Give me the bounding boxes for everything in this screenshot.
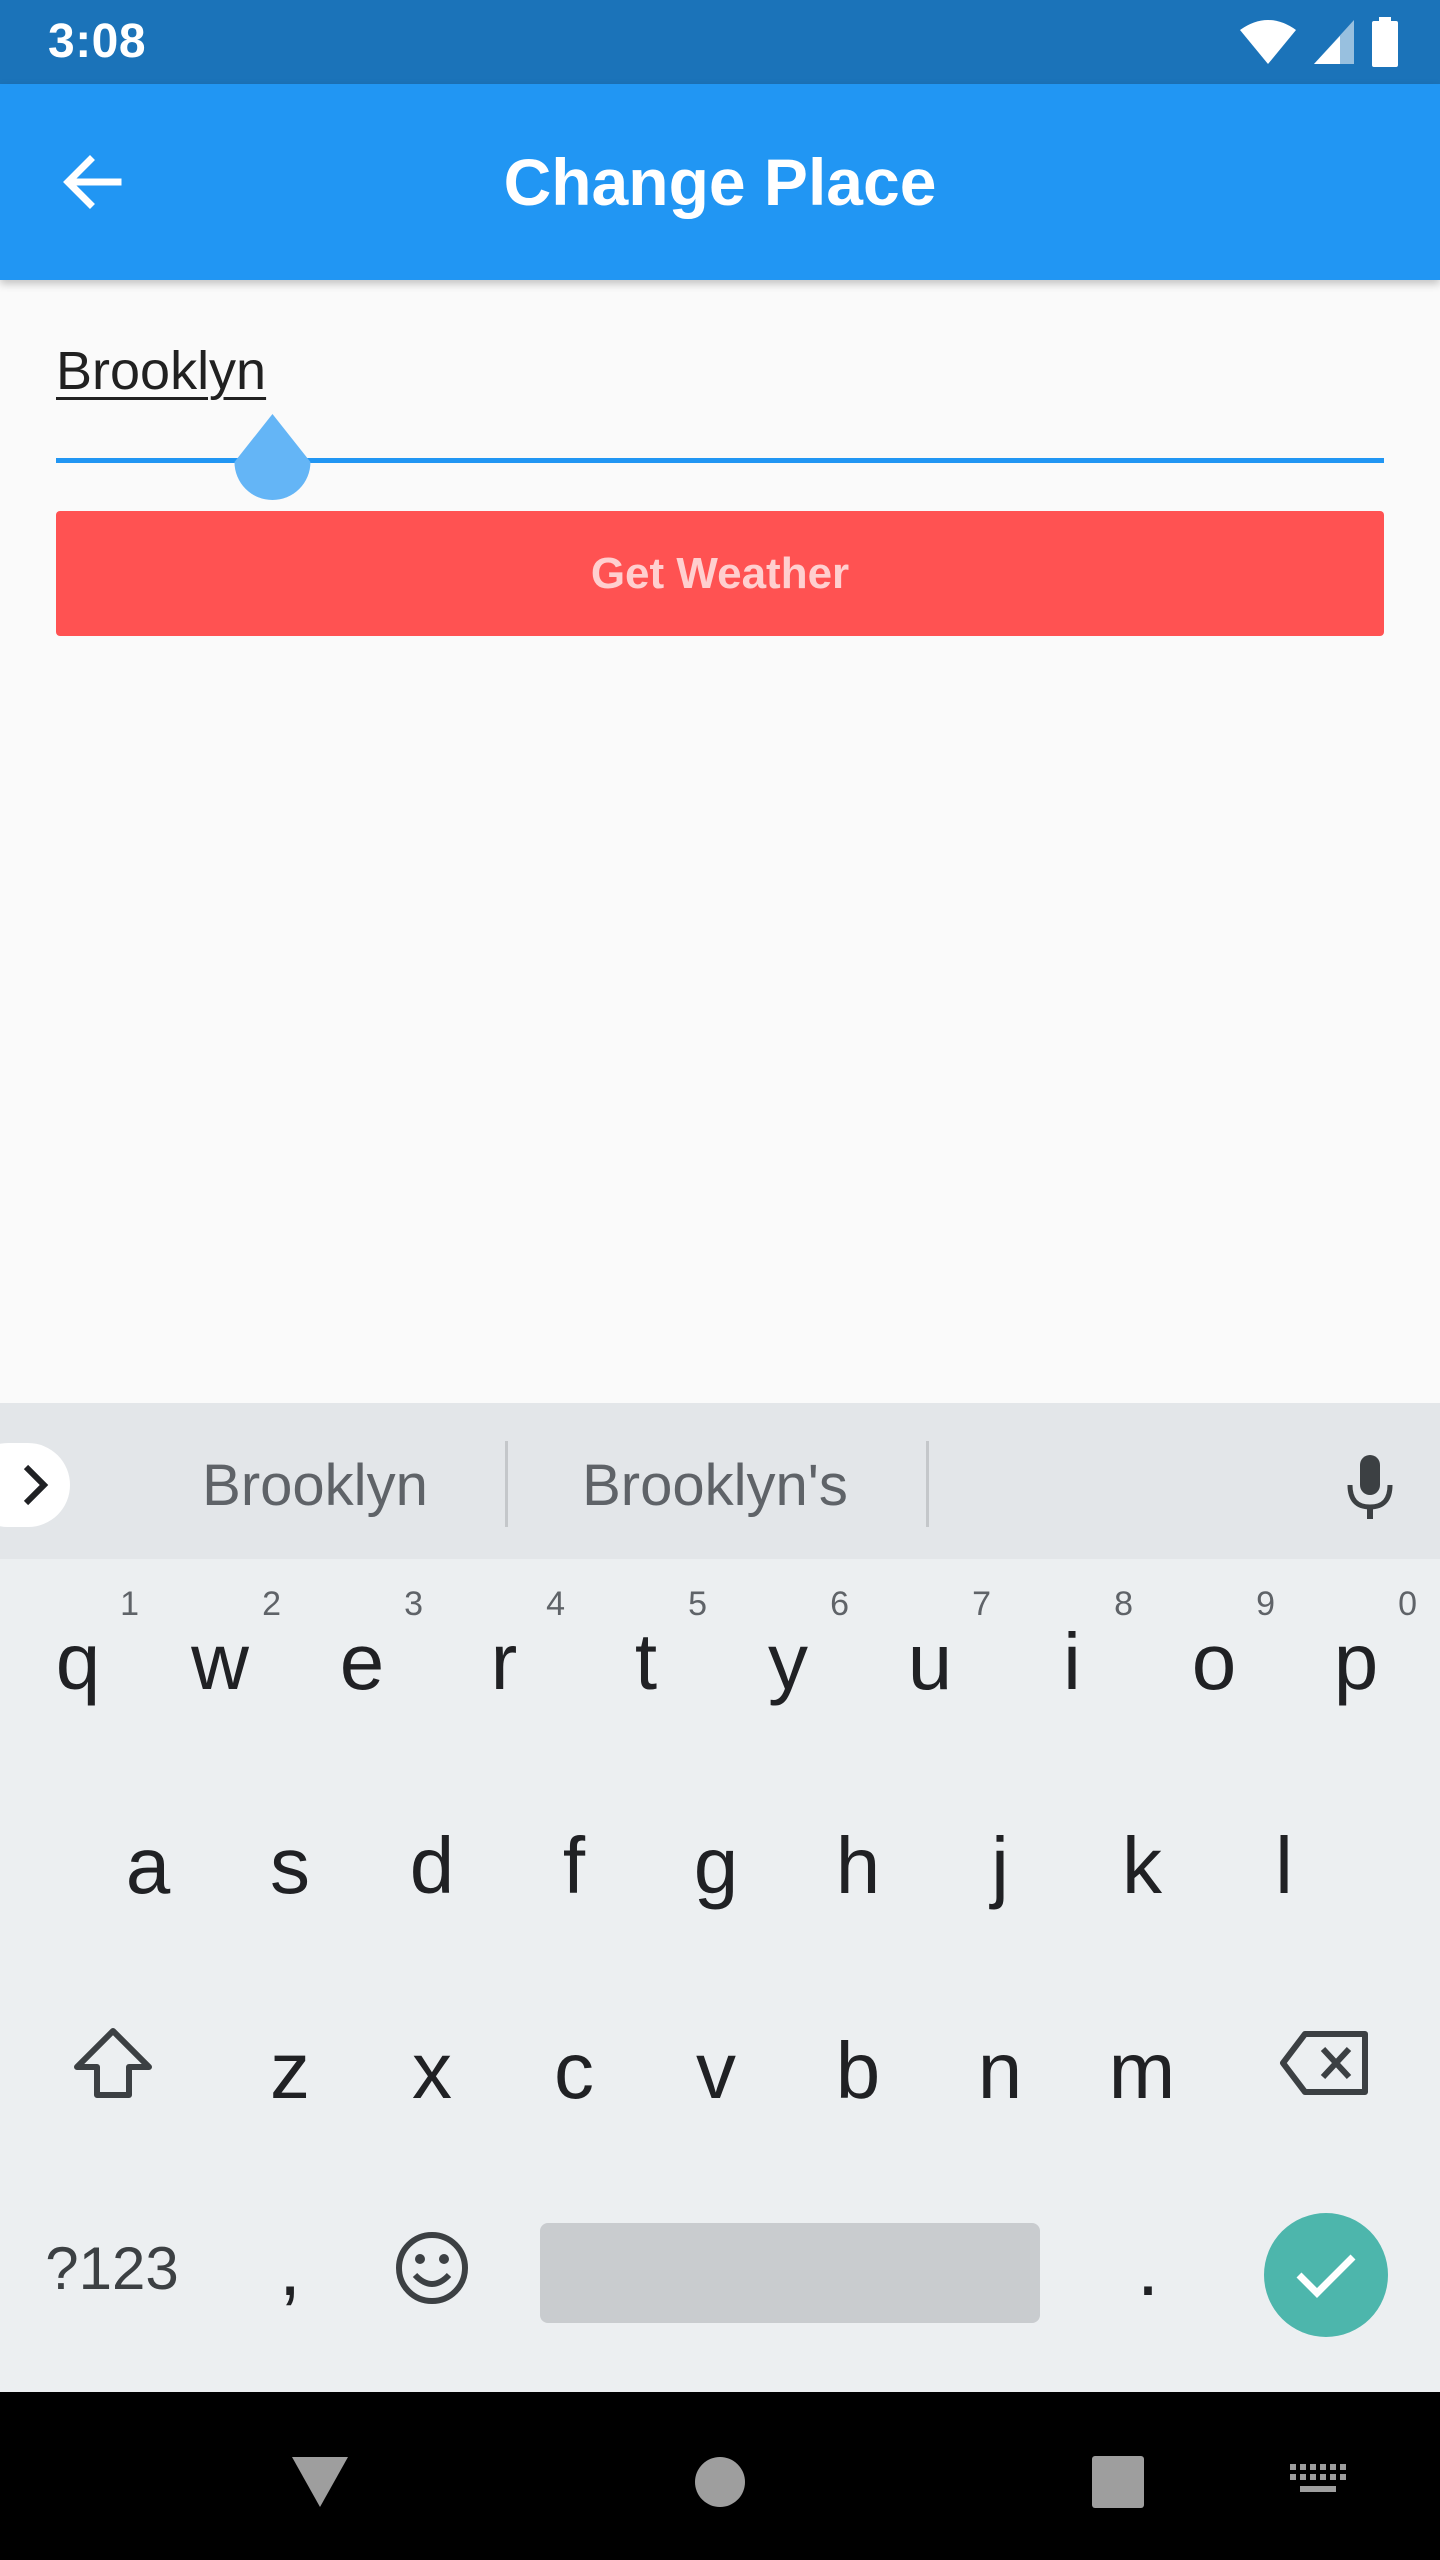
emoji-key[interactable] <box>362 2173 502 2363</box>
key-b[interactable]: b <box>787 1968 929 2158</box>
key-l[interactable]: l <box>1213 1763 1355 1953</box>
key-o[interactable]: 9o <box>1143 1559 1285 1749</box>
keyboard: Brooklyn Brooklyn's 1q 2w 3e 4r 5t 6y 7u… <box>0 1403 1440 2392</box>
back-triangle-icon <box>292 2457 348 2507</box>
key-g[interactable]: g <box>645 1763 787 1953</box>
recents-square-icon <box>1092 2456 1144 2508</box>
shift-key[interactable] <box>43 1968 183 2158</box>
key-j[interactable]: j <box>929 1763 1071 1953</box>
mic-icon <box>1347 1455 1393 1519</box>
suggestion-1[interactable]: Brooklyn <box>150 1443 480 1527</box>
key-c[interactable]: c <box>503 1968 645 2158</box>
key-n[interactable]: n <box>929 1968 1071 2158</box>
period-key[interactable]: . <box>1078 2173 1218 2363</box>
screen: 3:08 Change Place Brooklyn Get Weather B… <box>0 0 1440 2560</box>
backspace-icon <box>1280 2031 1368 2095</box>
status-icons <box>1238 14 1400 70</box>
status-bar: 3:08 <box>0 0 1440 84</box>
wifi-icon <box>1240 20 1296 64</box>
emoji-icon <box>396 2232 468 2304</box>
page-title: Change Place <box>503 145 937 219</box>
suggestion-divider <box>926 1441 929 1527</box>
key-v[interactable]: v <box>645 1968 787 2158</box>
key-t[interactable]: 5t <box>575 1559 717 1749</box>
app-bar: Change Place <box>0 84 1440 280</box>
signal-icon <box>1314 20 1354 64</box>
key-m[interactable]: m <box>1071 1968 1213 2158</box>
key-z[interactable]: z <box>219 1968 361 2158</box>
nav-back-button[interactable] <box>270 2432 370 2532</box>
comma-key[interactable]: , <box>220 2173 360 2363</box>
key-r[interactable]: 4r <box>433 1559 575 1749</box>
suggestion-strip: Brooklyn Brooklyn's <box>0 1403 1440 1559</box>
key-y[interactable]: 6y <box>717 1559 859 1749</box>
suggestion-divider <box>505 1441 508 1527</box>
home-circle-icon <box>695 2457 745 2507</box>
key-i[interactable]: 8i <box>1001 1559 1143 1749</box>
key-x[interactable]: x <box>361 1968 503 2158</box>
nav-recents-button[interactable] <box>1068 2432 1168 2532</box>
space-key[interactable] <box>540 2223 1040 2323</box>
get-weather-button[interactable]: Get Weather <box>56 511 1384 636</box>
key-q[interactable]: 1q <box>7 1559 149 1749</box>
nav-home-button[interactable] <box>670 2432 770 2532</box>
key-s[interactable]: s <box>219 1763 361 1953</box>
nav-bar <box>0 2392 1440 2560</box>
chevron-right-icon <box>23 1464 49 1506</box>
key-e[interactable]: 3e <box>291 1559 433 1749</box>
slider-handle <box>234 414 311 500</box>
suggestion-2[interactable]: Brooklyn's <box>530 1443 900 1527</box>
keyboard-switch-icon <box>1290 2464 1346 2492</box>
key-w[interactable]: 2w <box>149 1559 291 1749</box>
key-u[interactable]: 7u <box>859 1559 1001 1749</box>
key-k[interactable]: k <box>1071 1763 1213 1953</box>
battery-icon <box>1372 17 1398 67</box>
key-f[interactable]: f <box>503 1763 645 1953</box>
key-p[interactable]: 0p <box>1285 1559 1427 1749</box>
expand-suggestions-button[interactable] <box>0 1443 70 1527</box>
checkmark-icon <box>1296 2254 1356 2298</box>
key-a[interactable]: a <box>77 1763 219 1953</box>
key-d[interactable]: d <box>361 1763 503 1953</box>
mic-button[interactable] <box>1340 1447 1400 1527</box>
place-input[interactable]: Brooklyn <box>56 340 1384 420</box>
shift-icon <box>74 2028 152 2098</box>
enter-key[interactable] <box>1264 2213 1388 2337</box>
text-cursor-slider[interactable] <box>56 410 1384 520</box>
key-h[interactable]: h <box>787 1763 929 1953</box>
symbols-key[interactable]: ?123 <box>22 2173 202 2363</box>
backspace-key[interactable] <box>1255 1968 1395 2158</box>
status-time: 3:08 <box>48 15 147 68</box>
keyboard-switch-button[interactable] <box>1268 2432 1368 2532</box>
